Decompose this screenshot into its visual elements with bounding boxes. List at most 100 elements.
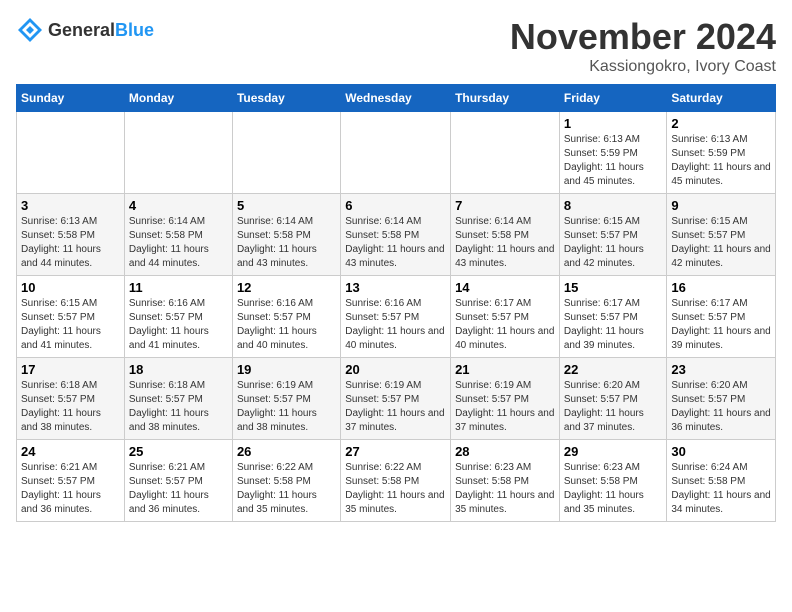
calendar-cell: 25 Sunrise: 6:21 AM Sunset: 5:57 PM Dayli… (124, 440, 232, 522)
calendar-cell: 7 Sunrise: 6:14 AM Sunset: 5:58 PM Daylig… (451, 194, 560, 276)
calendar-cell: 6 Sunrise: 6:14 AM Sunset: 5:58 PM Daylig… (341, 194, 451, 276)
week-row-0: 1 Sunrise: 6:13 AM Sunset: 5:59 PM Daylig… (17, 112, 776, 194)
day-number: 3 (21, 198, 120, 213)
day-number: 7 (455, 198, 555, 213)
calendar-cell: 30Sunrise: 6:24 AM Sunset: 5:58 PM Dayli… (667, 440, 776, 522)
day-number: 19 (237, 362, 336, 377)
calendar-cell: 11 Sunrise: 6:16 AM Sunset: 5:57 PM Dayli… (124, 276, 232, 358)
day-info: Sunrise: 6:16 AM Sunset: 5:57 PM Dayligh… (129, 297, 228, 353)
day-number: 22 (564, 362, 663, 377)
day-info: Sunrise: 6:15 AM Sunset: 5:57 PM Dayligh… (671, 215, 771, 271)
day-info: Sunrise: 6:22 AM Sunset: 5:58 PM Dayligh… (345, 461, 446, 517)
logo-blue: Blue (115, 20, 154, 40)
day-info: Sunrise: 6:18 AM Sunset: 5:57 PM Dayligh… (129, 379, 228, 435)
day-number: 29 (564, 444, 663, 459)
day-info: Sunrise: 6:19 AM Sunset: 5:57 PM Dayligh… (455, 379, 555, 435)
day-number: 18 (129, 362, 228, 377)
week-row-2: 10 Sunrise: 6:15 AM Sunset: 5:57 PM Dayli… (17, 276, 776, 358)
day-number: 10 (21, 280, 120, 295)
header-row: SundayMondayTuesdayWednesdayThursdayFrid… (17, 85, 776, 112)
calendar-cell: 4 Sunrise: 6:14 AM Sunset: 5:58 PM Daylig… (124, 194, 232, 276)
day-info: Sunrise: 6:13 AM Sunset: 5:59 PM Dayligh… (564, 133, 663, 189)
calendar-cell: 8Sunrise: 6:15 AM Sunset: 5:57 PM Daylig… (559, 194, 667, 276)
day-info: Sunrise: 6:15 AM Sunset: 5:57 PM Dayligh… (21, 297, 120, 353)
calendar-cell: 19 Sunrise: 6:19 AM Sunset: 5:57 PM Dayli… (232, 358, 340, 440)
weekday-header-monday: Monday (124, 85, 232, 112)
day-info: Sunrise: 6:14 AM Sunset: 5:58 PM Dayligh… (455, 215, 555, 271)
day-number: 6 (345, 198, 446, 213)
day-info: Sunrise: 6:19 AM Sunset: 5:57 PM Dayligh… (237, 379, 336, 435)
week-row-1: 3Sunrise: 6:13 AM Sunset: 5:58 PM Daylig… (17, 194, 776, 276)
calendar-cell: 1 Sunrise: 6:13 AM Sunset: 5:59 PM Daylig… (559, 112, 667, 194)
calendar-cell: 15Sunrise: 6:17 AM Sunset: 5:57 PM Dayli… (559, 276, 667, 358)
calendar-cell: 26Sunrise: 6:22 AM Sunset: 5:58 PM Dayli… (232, 440, 340, 522)
day-info: Sunrise: 6:21 AM Sunset: 5:57 PM Dayligh… (21, 461, 120, 517)
calendar-cell: 16Sunrise: 6:17 AM Sunset: 5:57 PM Dayli… (667, 276, 776, 358)
calendar-cell (124, 112, 232, 194)
calendar-cell (451, 112, 560, 194)
calendar-cell: 10 Sunrise: 6:15 AM Sunset: 5:57 PM Dayli… (17, 276, 125, 358)
calendar-cell: 3Sunrise: 6:13 AM Sunset: 5:58 PM Daylig… (17, 194, 125, 276)
day-info: Sunrise: 6:14 AM Sunset: 5:58 PM Dayligh… (129, 215, 228, 271)
calendar-cell (17, 112, 125, 194)
weekday-header-saturday: Saturday (667, 85, 776, 112)
calendar-cell: 28Sunrise: 6:23 AM Sunset: 5:58 PM Dayli… (451, 440, 560, 522)
day-info: Sunrise: 6:17 AM Sunset: 5:57 PM Dayligh… (564, 297, 663, 353)
weekday-header-wednesday: Wednesday (341, 85, 451, 112)
day-number: 11 (129, 280, 228, 295)
calendar-cell: 5 Sunrise: 6:14 AM Sunset: 5:58 PM Daylig… (232, 194, 340, 276)
calendar-cell: 13 Sunrise: 6:16 AM Sunset: 5:57 PM Dayli… (341, 276, 451, 358)
calendar-cell: 29 Sunrise: 6:23 AM Sunset: 5:58 PM Dayli… (559, 440, 667, 522)
day-info: Sunrise: 6:17 AM Sunset: 5:57 PM Dayligh… (671, 297, 771, 353)
calendar-cell: 20 Sunrise: 6:19 AM Sunset: 5:57 PM Dayli… (341, 358, 451, 440)
day-info: Sunrise: 6:16 AM Sunset: 5:57 PM Dayligh… (345, 297, 446, 353)
day-number: 20 (345, 362, 446, 377)
day-info: Sunrise: 6:21 AM Sunset: 5:57 PM Dayligh… (129, 461, 228, 517)
day-number: 25 (129, 444, 228, 459)
day-number: 13 (345, 280, 446, 295)
weekday-header-thursday: Thursday (451, 85, 560, 112)
day-number: 28 (455, 444, 555, 459)
weekday-header-tuesday: Tuesday (232, 85, 340, 112)
day-number: 17 (21, 362, 120, 377)
weekday-header-friday: Friday (559, 85, 667, 112)
day-number: 1 (564, 116, 663, 131)
calendar-cell: 12Sunrise: 6:16 AM Sunset: 5:57 PM Dayli… (232, 276, 340, 358)
logo: GeneralBlue (16, 16, 154, 44)
day-number: 14 (455, 280, 555, 295)
subtitle: Kassiongokro, Ivory Coast (510, 58, 776, 76)
day-number: 23 (671, 362, 771, 377)
calendar-cell: 18 Sunrise: 6:18 AM Sunset: 5:57 PM Dayli… (124, 358, 232, 440)
day-info: Sunrise: 6:23 AM Sunset: 5:58 PM Dayligh… (564, 461, 663, 517)
day-number: 4 (129, 198, 228, 213)
calendar-cell: 24 Sunrise: 6:21 AM Sunset: 5:57 PM Dayli… (17, 440, 125, 522)
day-number: 2 (671, 116, 771, 131)
day-number: 21 (455, 362, 555, 377)
day-info: Sunrise: 6:20 AM Sunset: 5:57 PM Dayligh… (671, 379, 771, 435)
day-number: 30 (671, 444, 771, 459)
main-title: November 2024 (510, 16, 776, 58)
day-number: 9 (671, 198, 771, 213)
calendar-cell: 22Sunrise: 6:20 AM Sunset: 5:57 PM Dayli… (559, 358, 667, 440)
day-info: Sunrise: 6:13 AM Sunset: 5:59 PM Dayligh… (671, 133, 771, 189)
header: GeneralBlue November 2024 Kassiongokro, … (16, 16, 776, 76)
day-info: Sunrise: 6:19 AM Sunset: 5:57 PM Dayligh… (345, 379, 446, 435)
day-info: Sunrise: 6:14 AM Sunset: 5:58 PM Dayligh… (345, 215, 446, 271)
calendar-table: SundayMondayTuesdayWednesdayThursdayFrid… (16, 84, 776, 522)
day-info: Sunrise: 6:15 AM Sunset: 5:57 PM Dayligh… (564, 215, 663, 271)
title-section: November 2024 Kassiongokro, Ivory Coast (510, 16, 776, 76)
calendar-cell: 17 Sunrise: 6:18 AM Sunset: 5:57 PM Dayli… (17, 358, 125, 440)
day-info: Sunrise: 6:14 AM Sunset: 5:58 PM Dayligh… (237, 215, 336, 271)
day-info: Sunrise: 6:22 AM Sunset: 5:58 PM Dayligh… (237, 461, 336, 517)
day-number: 24 (21, 444, 120, 459)
calendar-cell (341, 112, 451, 194)
day-number: 5 (237, 198, 336, 213)
calendar-cell: 14Sunrise: 6:17 AM Sunset: 5:57 PM Dayli… (451, 276, 560, 358)
weekday-header-sunday: Sunday (17, 85, 125, 112)
day-info: Sunrise: 6:18 AM Sunset: 5:57 PM Dayligh… (21, 379, 120, 435)
calendar-cell: 9 Sunrise: 6:15 AM Sunset: 5:57 PM Daylig… (667, 194, 776, 276)
week-row-4: 24 Sunrise: 6:21 AM Sunset: 5:57 PM Dayli… (17, 440, 776, 522)
calendar-cell: 27 Sunrise: 6:22 AM Sunset: 5:58 PM Dayli… (341, 440, 451, 522)
calendar-cell (232, 112, 340, 194)
day-number: 27 (345, 444, 446, 459)
